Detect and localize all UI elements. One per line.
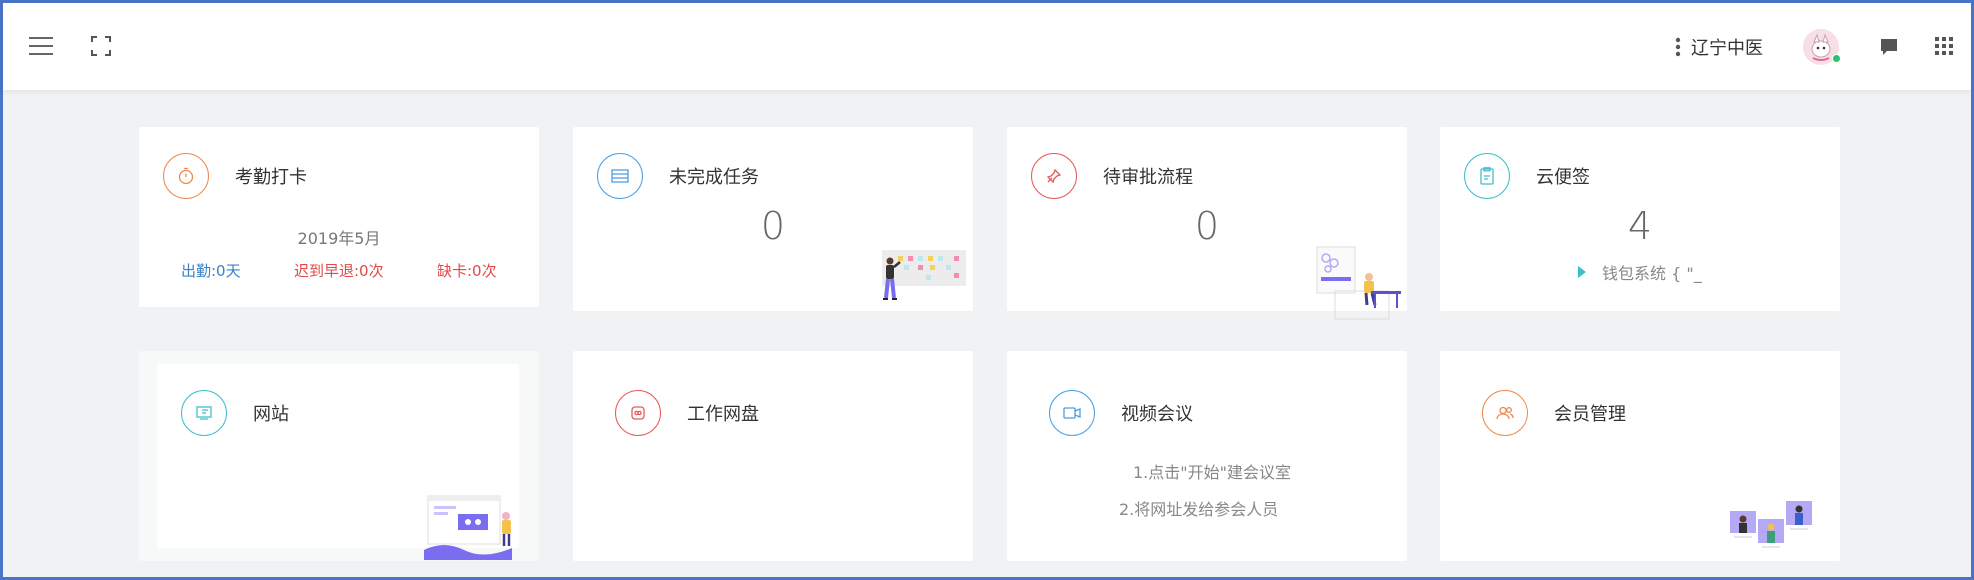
members-title: 会员管理 [1554,404,1626,425]
fullscreen-icon[interactable] [91,36,111,56]
meeting-step-2: 2.将网址发给参会人员 [1119,500,1279,519]
tasks-title: 未完成任务 [669,167,759,188]
meeting-card[interactable]: 视频会议 1.点击"开始"建会议室 2.将网址发给参会人员 [1007,351,1407,561]
tasks-count: 0 [760,204,786,248]
stopwatch-icon [163,153,209,199]
list-icon [597,153,643,199]
netdisk-card[interactable]: 工作网盘 [573,351,973,561]
video-camera-icon [1049,390,1095,436]
organization-name: 辽宁中医 [1691,38,1763,59]
organization-switcher[interactable]: 辽宁中医 [1675,33,1763,61]
tasks-card[interactable]: 未完成任务 0 [573,127,973,311]
attendance-present: 出勤:0天 [181,262,241,280]
menu-icon[interactable] [29,37,53,57]
top-bar: 辽宁中医 [3,3,1971,90]
memo-count: 4 [1627,204,1653,248]
apps-grid-icon[interactable] [1935,37,1953,55]
website-icon [181,390,227,436]
pin-icon [1031,153,1077,199]
website-card[interactable]: 网站 [139,351,539,561]
more-vertical-icon [1675,37,1681,57]
attendance-title: 考勤打卡 [235,167,307,188]
members-card[interactable]: 会员管理 [1440,351,1840,561]
approval-title: 待审批流程 [1103,167,1193,188]
task-board-illustration [882,250,966,300]
chat-icon[interactable] [1879,37,1899,57]
website-title: 网站 [253,404,289,425]
online-status-dot [1832,54,1841,63]
attendance-card[interactable]: 考勤打卡 2019年5月 出勤:0天 迟到早退:0次 缺卡:0次 [139,127,539,307]
meeting-title: 视频会议 [1121,404,1193,425]
attendance-month: 2019年5月 [297,229,381,248]
attendance-missing: 缺卡:0次 [437,262,497,280]
netdisk-title: 工作网盘 [687,404,759,425]
disk-icon [615,390,661,436]
approval-illustration [1316,246,1401,320]
approval-count: 0 [1194,204,1220,248]
members-illustration [1730,501,1812,548]
attendance-late: 迟到早退:0次 [294,262,384,280]
users-icon [1482,390,1528,436]
memo-title: 云便签 [1536,167,1590,188]
play-icon [1578,266,1586,278]
meeting-step-1: 1.点击"开始"建会议室 [1133,463,1291,482]
memo-latest-item[interactable]: 钱包系统 { "_ [1578,260,1702,284]
clipboard-icon [1464,153,1510,199]
memo-latest-text: 钱包系统 { "_ [1602,264,1702,283]
memo-card[interactable]: 云便签 4 钱包系统 { "_ [1440,127,1840,311]
approval-card[interactable]: 待审批流程 0 [1007,127,1407,320]
website-card-body: 网站 [157,364,519,560]
avatar[interactable] [1803,29,1841,65]
website-illustration [424,495,512,560]
